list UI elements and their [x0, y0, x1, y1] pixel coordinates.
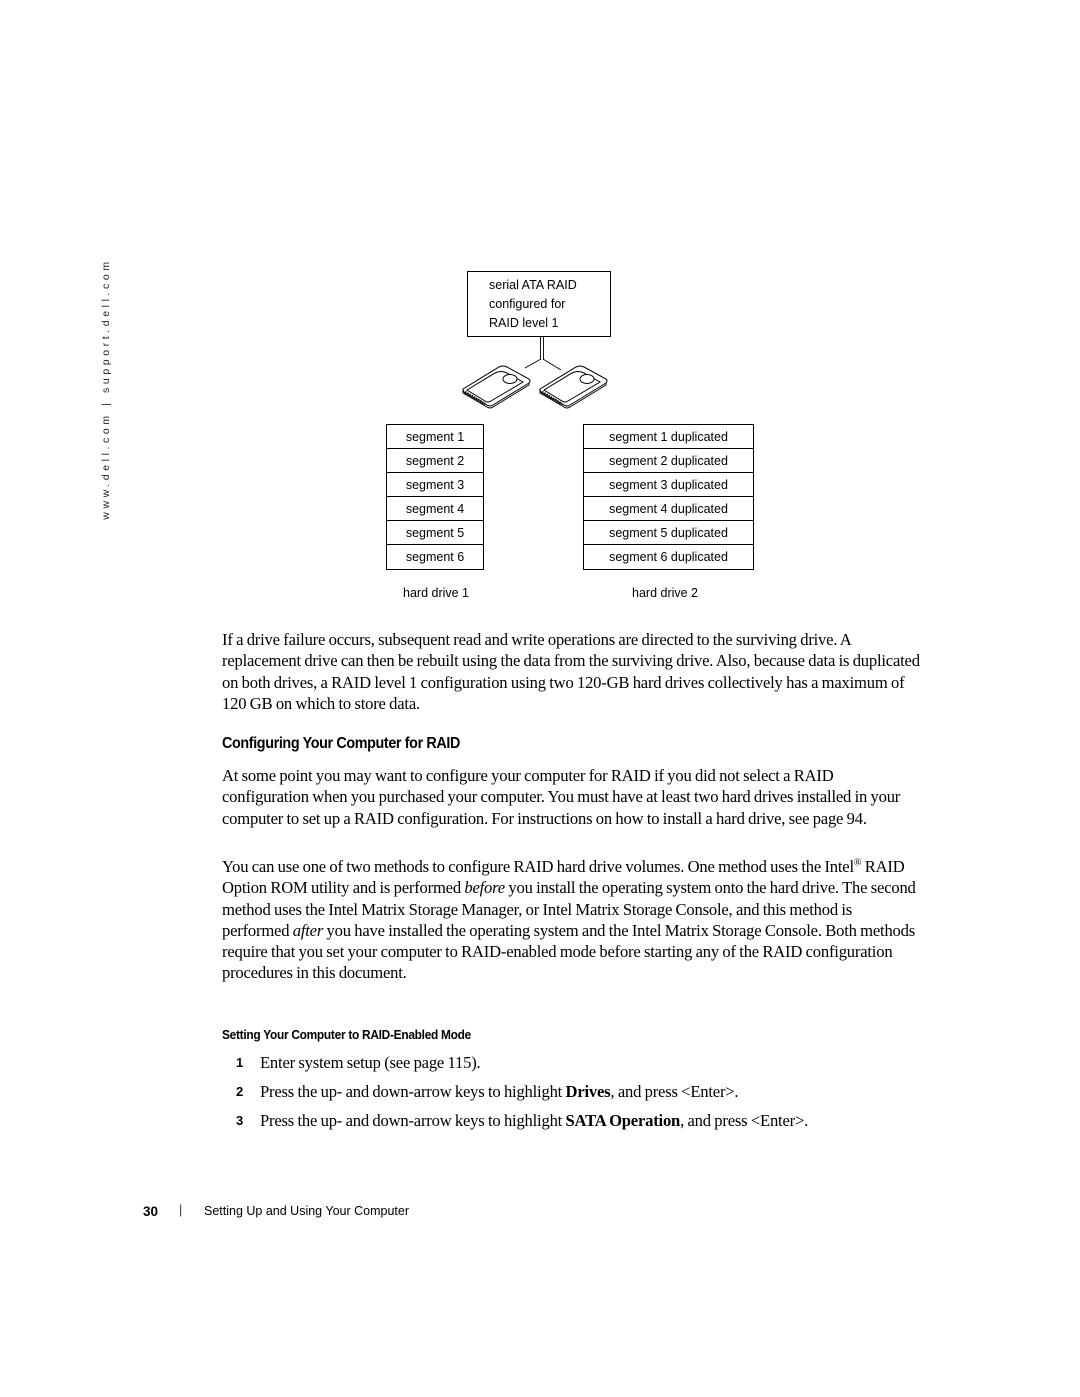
text-run: you have installed the operating system … — [222, 920, 915, 983]
paragraph-raid-methods: You can use one of two methods to config… — [222, 856, 922, 984]
step-item: 1 Enter system setup (see page 115). — [236, 1052, 936, 1081]
step-number: 2 — [236, 1084, 244, 1099]
segment-cell: segment 4 duplicated — [584, 497, 753, 521]
raid-box-line: configured for — [489, 297, 566, 311]
raid-controller-box: serial ATA RAID configured for RAID leve… — [467, 271, 611, 337]
step-number: 1 — [236, 1055, 244, 1070]
section-heading: Configuring Your Computer for RAID — [222, 735, 461, 752]
hard-drive-1-segments: segment 1 segment 2 segment 3 segment 4 … — [386, 424, 484, 570]
segment-cell: segment 4 — [387, 497, 483, 521]
segment-cell: segment 5 duplicated — [584, 521, 753, 545]
step-text: Enter system setup (see page 115). — [260, 1052, 481, 1073]
paragraph-drive-failure: If a drive failure occurs, subsequent re… — [222, 630, 920, 713]
page-number: 30 — [143, 1204, 159, 1219]
hard-drive-icon — [462, 365, 531, 409]
segment-cell: segment 6 — [405, 550, 465, 564]
text-run: You can use one of two methods to config… — [222, 857, 854, 876]
step-text-run: , and press <Enter>. — [610, 1082, 739, 1101]
emphasis-after: after — [292, 920, 324, 940]
steps-list: 1 Enter system setup (see page 115). 2 P… — [236, 1052, 936, 1139]
segment-cell: segment 1 — [387, 425, 483, 449]
segment-cell: segment 5 — [387, 521, 483, 545]
step-text: Press the up- and down-arrow keys to hig… — [260, 1081, 739, 1102]
step-bold-term: Drives — [565, 1082, 611, 1101]
footer-separator: | — [179, 1203, 183, 1217]
segment-cell: segment 2 duplicated — [584, 449, 753, 473]
segment-cell: segment 2 — [387, 449, 483, 473]
segment-cell: segment 3 duplicated — [584, 473, 753, 497]
segment-cell: segment 6 duplicated — [609, 550, 728, 564]
step-item: 2 Press the up- and down-arrow keys to h… — [236, 1081, 936, 1110]
subheading: Setting Your Computer to RAID-Enabled Mo… — [222, 1027, 472, 1042]
hard-drives-illustration — [462, 337, 608, 409]
step-bold-term: SATA Operation — [565, 1111, 681, 1130]
segment-cell: segment 3 — [387, 473, 483, 497]
chapter-title: Setting Up and Using Your Computer — [204, 1204, 409, 1218]
hard-drive-2-segments: segment 1 duplicated segment 2 duplicate… — [583, 424, 754, 570]
step-item: 3 Press the up- and down-arrow keys to h… — [236, 1110, 936, 1139]
hard-drive-icon — [539, 365, 608, 409]
raid-level-1-diagram: serial ATA RAID configured for RAID leve… — [0, 0, 1080, 620]
emphasis-before: before — [464, 878, 505, 898]
hard-drive-1-label: hard drive 1 — [403, 586, 470, 600]
step-text: Press the up- and down-arrow keys to hig… — [260, 1110, 808, 1131]
segment-cell: segment 1 duplicated — [584, 425, 753, 449]
step-text-run: , and press <Enter>. — [680, 1111, 809, 1130]
step-number: 3 — [236, 1113, 244, 1128]
paragraph-configure-raid: At some point you may want to configure … — [222, 766, 901, 828]
step-text-run: Press the up- and down-arrow keys to hig… — [260, 1082, 566, 1101]
raid-box-line: serial ATA RAID — [489, 278, 577, 292]
raid-box-line: RAID level 1 — [489, 316, 559, 330]
step-text-run: Enter system setup (see page 115). — [260, 1053, 481, 1072]
hard-drive-2-label: hard drive 2 — [632, 586, 699, 600]
step-text-run: Press the up- and down-arrow keys to hig… — [260, 1111, 566, 1130]
cable-connector — [524, 337, 562, 371]
